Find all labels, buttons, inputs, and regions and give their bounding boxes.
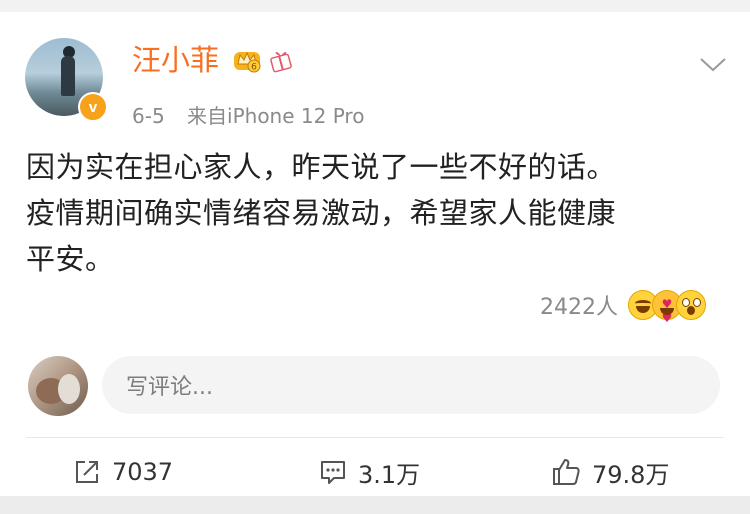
action-bar: 7037 3.1万 79.8万 [0,452,750,492]
divider [26,437,724,438]
reaction-count: 2422人 [540,295,618,320]
svg-text:6: 6 [251,63,257,73]
post-content: 因为实在担心家人，昨天说了一些不好的话。 疫情期间确实情绪容易激动，希望家人能健… [26,144,726,282]
verified-badge-icon: v [78,92,108,122]
comment-input[interactable]: 写评论... [102,356,720,414]
shocked-emoji-icon [676,290,706,320]
chevron-down-icon[interactable] [698,56,728,74]
content-line: 因为实在担心家人，昨天说了一些不好的话。 [26,150,617,184]
weibo-post-card: v 汪小菲 6 6-5 来自iPhone 12 Pro 因为实在担心家人，昨天说… [0,12,750,496]
content-line: 疫情期间确实情绪容易激动，希望家人能健康 [26,196,617,230]
content-line: 平安。 [26,242,115,276]
thumbs-up-icon [553,459,580,485]
my-avatar[interactable] [28,356,88,416]
repost-count: 7037 [112,458,174,486]
comment-count: 3.1万 [358,460,421,489]
repost-button[interactable]: 7037 [72,452,173,492]
share-icon [76,461,98,483]
reaction-summary[interactable]: 2422人 ♥ ♥ [540,287,706,325]
like-count: 79.8万 [592,460,670,489]
bottom-separator [0,496,750,514]
comment-button[interactable]: 3.1万 [318,452,420,492]
comment-icon [321,461,345,484]
post-source: 来自iPhone 12 Pro [187,104,365,128]
comment-placeholder: 写评论... [126,375,213,400]
post-date: 6-5 [132,104,165,128]
like-button[interactable]: 79.8万 [550,452,669,492]
crown-icon: 6 [234,51,261,73]
avatar-figure-body [61,56,75,96]
gift-icon [270,51,292,73]
username[interactable]: 汪小菲 [132,42,219,78]
post-meta: 6-5 来自iPhone 12 Pro [132,102,380,130]
